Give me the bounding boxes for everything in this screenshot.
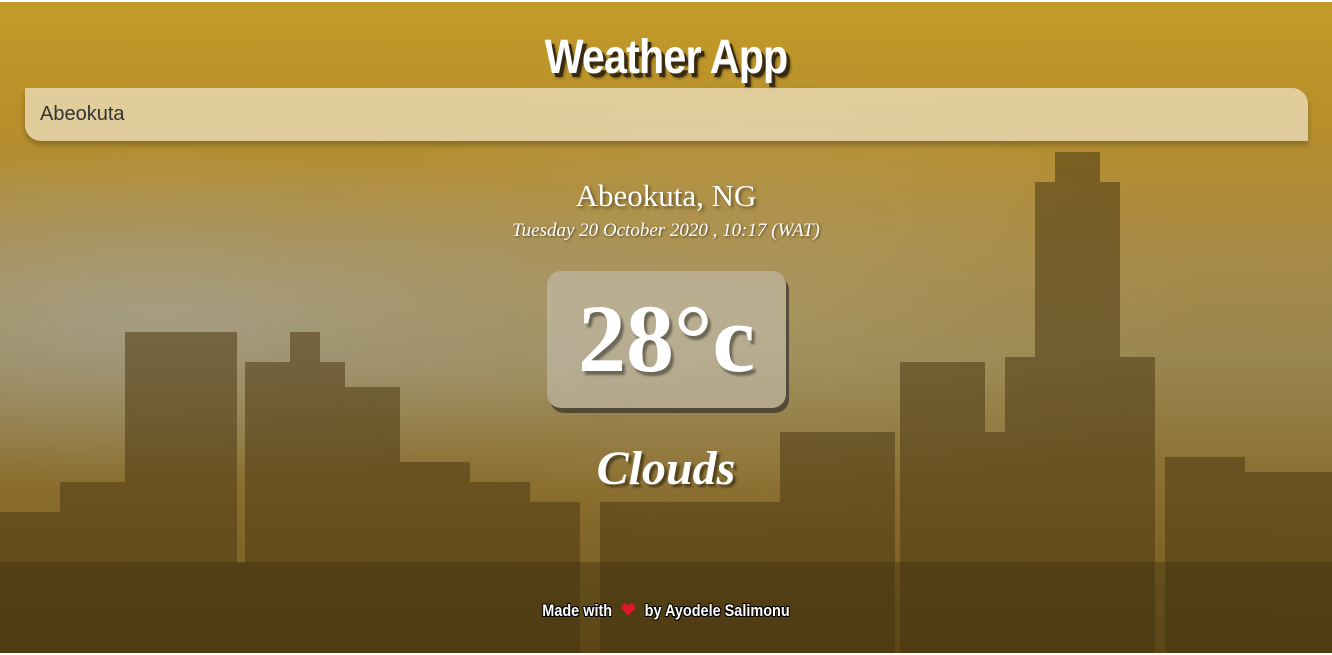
app-title: Weather App (544, 31, 789, 84)
search-input[interactable] (25, 88, 1308, 141)
heart-icon: ❤ (621, 600, 636, 622)
footer-credit: Made with ❤ by Ayodele Salimonu (100, 598, 1232, 623)
temperature-card: 28°c (547, 271, 786, 408)
temperature-value: 28°c (578, 285, 755, 392)
footer-prefix: Made with (542, 601, 613, 620)
date-label: Tuesday 20 October 2020 , 10:17 (WAT) (512, 220, 820, 241)
weather-condition: Clouds (596, 442, 736, 495)
app-background: Weather App Abeokuta, NG Tuesday 20 Octo… (0, 2, 1332, 653)
location-label: Abeokuta, NG (575, 178, 757, 213)
footer-author: by Ayodele Salimonu (644, 601, 790, 620)
